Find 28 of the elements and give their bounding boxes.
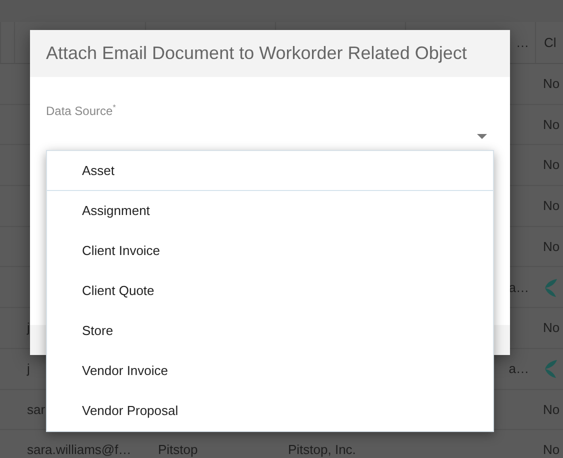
dropdown-option[interactable]: Client Quote <box>47 271 493 311</box>
table-cell: No <box>543 198 560 214</box>
table-cell: No <box>543 402 560 417</box>
leaf-icon <box>543 358 557 379</box>
table-cell: Pitstop, Inc. <box>288 442 356 458</box>
leaf-icon <box>543 278 557 298</box>
table-cell: No <box>543 320 560 336</box>
caret-icon[interactable] <box>477 134 487 139</box>
column-header: Cl <box>544 34 556 52</box>
dropdown-option[interactable]: Store <box>47 311 493 351</box>
table-cell: No <box>543 76 560 92</box>
table-cell: sara.williams@f… <box>27 442 132 458</box>
table-cell: No <box>543 116 560 132</box>
dropdown-option[interactable]: Asset <box>47 151 493 191</box>
dropdown-option[interactable]: Assignment <box>47 191 493 231</box>
field-label: Data Source* <box>46 102 116 120</box>
table-cell: No <box>543 442 560 458</box>
table-cell: No <box>543 157 560 172</box>
column-header: … <box>516 34 529 52</box>
table-cell: Pitstop <box>158 442 198 458</box>
table-cell: a… <box>508 360 529 376</box>
dropdown-option[interactable]: Vendor Proposal <box>47 391 493 431</box>
table-cell: No <box>543 238 560 254</box>
dialog-title: Attach Email Document to Workorder Related Object <box>46 42 467 65</box>
table-cell: j <box>27 360 30 376</box>
dropdown-option[interactable]: Vendor Invoice <box>47 351 493 391</box>
dropdown-option[interactable]: Client Invoice <box>47 231 493 271</box>
table-cell: sar <box>27 402 46 417</box>
